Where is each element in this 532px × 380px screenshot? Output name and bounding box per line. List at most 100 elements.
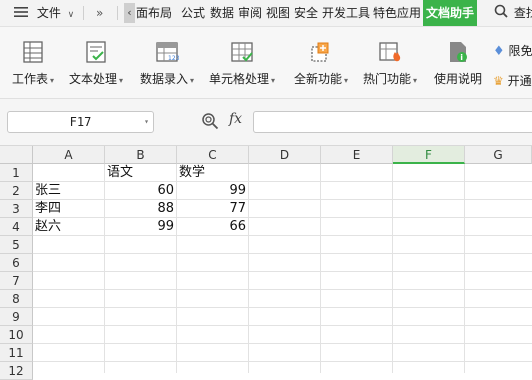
cell-process-button[interactable]: 单元格处理 ▾ [205,27,279,98]
file-menu-label: 文件 [36,6,61,20]
cell-a2[interactable]: 张三 [35,182,61,200]
select-all-corner[interactable] [0,146,33,164]
data-entry-label: 数据录入 [139,72,188,86]
cell-a3[interactable]: 李四 [35,200,61,218]
column-header-d[interactable]: D [249,146,321,164]
worksheet-button[interactable]: 工作表 ▾ [8,27,58,98]
name-box-value: F17 [69,115,92,129]
formula-input[interactable] [253,111,532,133]
formula-bar: F17 ▾ fx [0,99,532,146]
row-header[interactable]: 7 [0,272,33,290]
double-chevron-right-icon[interactable]: » [96,0,103,26]
column-header-e[interactable]: E [321,146,393,164]
hot-features-label: 热门功能 [362,72,411,86]
spreadsheet-grid: A B C D E F G 1 2 3 4 5 6 7 8 9 10 11 12… [0,146,532,380]
ribbon-toolbar: 工作表 ▾ 文本处理 ▾ 123 数据录入 ▾ 单元格处理 ▾ 全新功能 ▾ 热… [0,27,532,99]
cell-c2[interactable]: 99 [177,182,246,200]
tag-icon: ♦ [493,44,505,59]
tab-page-layout[interactable]: 页面布局 [136,0,178,26]
new-features-button[interactable]: 全新功能 ▾ [290,27,352,98]
menu-separator [117,6,118,20]
tab-special-apps[interactable]: 特色应用 [373,0,421,26]
hamburger-icon [14,1,28,27]
text-process-label: 文本处理 [68,72,117,86]
cell-process-icon [231,42,253,62]
column-header-c[interactable]: C [177,146,249,164]
activate-label: 开通 [507,74,532,88]
worksheet-label: 工作表 [11,72,48,86]
activate-button[interactable]: ♛ 开通 [493,72,532,89]
zoom-icon[interactable] [201,112,219,130]
row-header[interactable]: 10 [0,326,33,344]
name-box[interactable]: F17 ▾ [7,111,154,133]
fx-icon[interactable]: fx [229,111,242,127]
worksheet-icon [23,41,43,63]
column-header-b[interactable]: B [105,146,177,164]
gridline [33,289,532,290]
row-header[interactable]: 2 [0,182,33,200]
tab-doc-assistant[interactable]: 文档助手 [423,0,478,26]
svg-text:123: 123 [168,55,179,62]
row-header[interactable]: 4 [0,218,33,236]
tab-security[interactable]: 安全 [294,0,318,26]
new-features-icon [311,42,329,62]
row-header[interactable]: 11 [0,344,33,362]
row-header[interactable]: 3 [0,200,33,218]
chevron-down-icon: ▾ [144,117,149,126]
gridline [33,361,532,362]
row-header[interactable]: 5 [0,236,33,254]
new-features-label: 全新功能 [293,72,342,86]
menu-bar: 文件 ∨ » ‹ 页面布局 公式 数据 审阅 视图 安全 开发工具 特色应用 文… [0,0,532,27]
row-header[interactable]: 6 [0,254,33,272]
hot-features-icon [379,42,401,62]
row-header[interactable]: 9 [0,308,33,326]
gridline [33,307,532,308]
gridline [392,164,393,373]
tab-review[interactable]: 审阅 [238,0,262,26]
column-header-f[interactable]: F [393,146,465,164]
cell-b3[interactable]: 88 [105,200,174,218]
cell-b1[interactable]: 语文 [107,164,133,182]
free-trial-label: 限免 [508,44,532,58]
column-header-a[interactable]: A [33,146,105,164]
row-header[interactable]: 8 [0,290,33,308]
cell-c1[interactable]: 数学 [179,164,205,182]
instructions-icon: i [450,42,467,62]
chevron-down-icon: ∨ [67,10,75,20]
data-entry-icon: 123 [156,42,179,62]
gridline [33,343,532,344]
instructions-button[interactable]: i 使用说明 [430,27,486,98]
gridline [33,253,532,254]
instructions-label: 使用说明 [433,72,482,86]
tab-scroll-left-icon[interactable]: ‹ [124,3,135,23]
menu-separator [83,6,84,20]
cell-c4[interactable]: 66 [177,218,246,236]
column-header-g[interactable]: G [465,146,532,164]
gridline [320,164,321,373]
tab-data[interactable]: 数据 [210,0,234,26]
search-icon [494,1,508,27]
cell-a4[interactable]: 赵六 [35,218,61,236]
text-process-icon [86,41,106,63]
file-menu[interactable]: 文件 ∨ [14,0,74,26]
svg-text:i: i [460,53,463,62]
cell-c3[interactable]: 77 [177,200,246,218]
hot-features-button[interactable]: 热门功能 ▾ [359,27,421,98]
tab-view[interactable]: 视图 [266,0,290,26]
data-entry-button[interactable]: 123 数据录入 ▾ [136,27,198,98]
gridline [464,164,465,373]
gridline [33,325,532,326]
row-header[interactable]: 1 [0,164,33,182]
gridline [33,271,532,272]
crown-icon: ♛ [493,74,504,88]
tab-formula[interactable]: 公式 [181,0,205,26]
text-process-button[interactable]: 文本处理 ▾ [64,27,128,98]
search-command[interactable]: 查找 [494,0,532,26]
cell-b4[interactable]: 99 [105,218,174,236]
search-label: 查找 [513,6,532,20]
cell-b2[interactable]: 60 [105,182,174,200]
gridline [248,164,249,373]
free-trial-button[interactable]: ♦ 限免 [493,42,532,59]
row-header[interactable]: 12 [0,362,33,380]
tab-developer[interactable]: 开发工具 [322,0,370,26]
